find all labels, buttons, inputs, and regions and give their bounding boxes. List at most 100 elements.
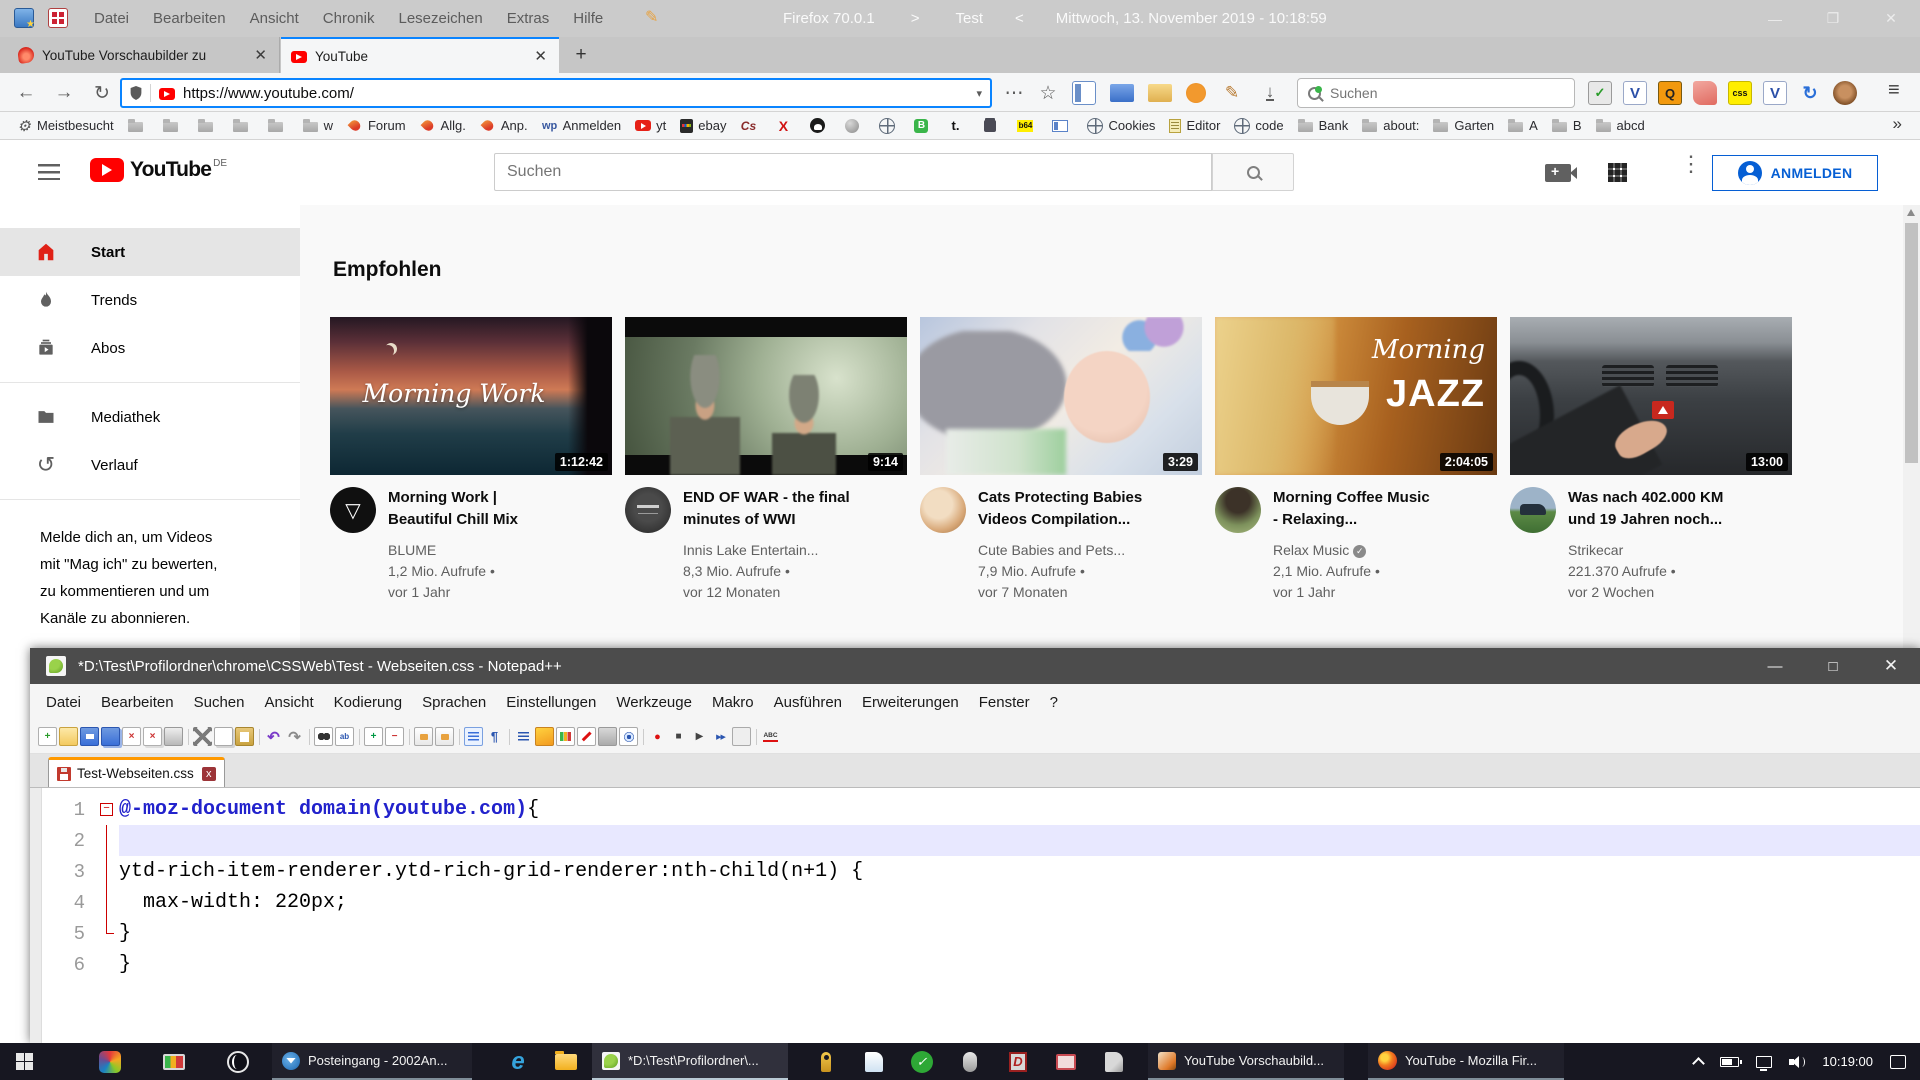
channel-name[interactable]: Innis Lake Entertain... [683,540,907,561]
toolbar-icon[interactable] [1220,81,1244,105]
binder-app-icon[interactable] [1092,1043,1136,1080]
toolbar-icon[interactable] [1148,84,1172,102]
bookmark-item[interactable]: Bank [1292,114,1355,138]
extension-icon[interactable] [1833,81,1857,105]
bookmark-item[interactable]: ebay [674,114,732,138]
task-notepadpp-window[interactable]: *D:\Test\Profilordner\... [592,1043,788,1080]
bookmark-item[interactable]: wp Anmelden [536,114,628,138]
video-card[interactable]: Morning Work 1:12:42 Morning Work |Beaut… [330,317,612,603]
code-line[interactable]: 3 ytd-rich-item-renderer.ytd-rich-grid-r… [43,856,1920,887]
bookmark-item[interactable] [157,114,190,138]
bookmark-item[interactable]: t. [941,114,974,138]
channel-name[interactable]: Relax Music✓ [1273,540,1497,561]
toolbar-icon[interactable] [464,727,483,746]
menu-item[interactable]: Kodierung [324,694,412,711]
toolbar-icon[interactable] [753,727,759,746]
toolbar-icon[interactable] [193,727,212,746]
menu-item[interactable]: Datei [36,694,91,711]
toolbar-icon[interactable] [514,727,533,746]
video-title[interactable]: Morning Work |Beautiful Chill Mix [388,487,612,531]
file-explorer-icon[interactable] [544,1043,588,1080]
bookmark-item[interactable]: Editor [1163,114,1226,138]
antivirus-icon[interactable] [900,1043,944,1080]
password-manager-icon[interactable] [804,1043,848,1080]
toolbar-icon[interactable] [356,727,362,746]
notification-center-icon[interactable] [1890,1055,1906,1069]
minimize-button[interactable]: — [1746,648,1804,684]
bookmark-item[interactable] [227,114,260,138]
toolbar-icon[interactable] [1110,84,1134,102]
tray-expand-icon[interactable] [1693,1057,1706,1070]
toolbar-icon[interactable] [456,727,462,746]
bookmark-item[interactable] [873,114,906,138]
youtube-search-box[interactable] [494,153,1212,191]
video-thumbnail[interactable]: 9:14 [625,317,907,475]
sidebar-item-abos[interactable]: Abos [0,324,300,372]
edge-icon[interactable]: e [496,1043,540,1080]
menu-item[interactable]: Makro [702,694,764,711]
bookmark-item[interactable]: B [1546,114,1588,138]
menu-item[interactable]: Ansicht [238,0,311,37]
toolbar-icon[interactable] [1186,83,1206,103]
code-line[interactable]: 4 max-width: 220px; [43,887,1920,918]
menu-item[interactable]: Bearbeiten [141,0,238,37]
task-youtube-tool-window[interactable]: YouTube Vorschaubild... [1148,1043,1344,1080]
video-title[interactable]: END OF WAR - the finalminutes of WWI [683,487,907,531]
video-card[interactable]: 9:14 END OF WAR - the finalminutes of WW… [625,317,907,603]
start-button[interactable] [0,1043,48,1080]
code-line[interactable]: 1 − @-moz-document domain(youtube.com){ [43,794,1920,825]
sidebar-item-mediathek[interactable]: Mediathek [0,393,300,441]
toolbar-icon[interactable] [1258,81,1282,105]
fold-margin[interactable]: − [95,794,119,825]
toolbar-icon[interactable] [535,727,554,746]
mouse-tool-icon[interactable] [948,1043,992,1080]
youtube-logo[interactable]: YouTube DE [90,158,227,182]
toolbar-icon[interactable] [640,727,646,746]
tracking-shield-icon[interactable] [130,86,142,100]
extension-icon[interactable] [1623,81,1647,105]
menu-item[interactable]: Erweiterungen [852,694,969,711]
toolbar-icon[interactable] [101,727,120,746]
menu-item[interactable]: Bearbeiten [91,694,184,711]
bookmark-item[interactable]: Cookies [1081,114,1161,138]
youtube-menu-icon[interactable] [38,164,60,180]
video-thumbnail[interactable]: 3:29 [920,317,1202,475]
toolbar-icon[interactable] [577,727,596,746]
video-card[interactable]: 3:29 Cats Protecting BabiesVideos Compil… [920,317,1202,603]
minimize-button[interactable]: — [1746,0,1804,37]
youtube-search-button[interactable] [1212,153,1294,191]
toolbar-icon[interactable] [264,727,283,746]
url-dropdown-icon[interactable]: ▾ [976,87,982,100]
toolbar-icon[interactable] [690,727,709,746]
extension-icon[interactable] [1798,81,1822,105]
sidebar-item-verlauf[interactable]: ↺ Verlauf [0,441,300,489]
youtube-apps-icon[interactable] [1608,163,1627,182]
channel-name[interactable]: Strikecar [1568,540,1792,561]
toolbar-icon[interactable] [406,727,412,746]
menu-item[interactable]: ? [1040,694,1068,711]
bookmark-star-icon[interactable]: ☆ [1034,79,1062,107]
speaker-icon[interactable] [1789,1056,1805,1068]
toolbar-icon[interactable] [235,727,254,746]
channel-avatar[interactable] [1215,487,1261,533]
network-icon[interactable] [1756,1056,1772,1068]
toolbar-icon[interactable] [335,727,354,746]
menu-item[interactable]: Extras [495,0,562,37]
scrollbar-up-icon[interactable] [1907,209,1915,216]
video-card[interactable]: Morning JAZZ 2:04:05 Morning Coffee Musi… [1215,317,1497,603]
toolbar-icon[interactable] [648,727,667,746]
close-button[interactable]: ✕ [1862,0,1920,37]
upload-video-icon[interactable] [1545,164,1571,182]
menu-item[interactable]: Lesezeichen [386,0,494,37]
bookmark-item[interactable]: about: [1356,114,1425,138]
code-editor[interactable]: 1 − @-moz-document domain(youtube.com){ … [30,788,1920,1043]
more-options-icon[interactable] [1680,160,1686,170]
bookmark-item[interactable]: X [769,114,802,138]
page-actions-icon[interactable]: ⋯ [1000,79,1028,107]
sidebar-item-trends[interactable]: Trends [0,276,300,324]
code-line[interactable]: 5 } [43,918,1920,949]
toolbar-icon[interactable] [122,727,141,746]
code-line[interactable]: 6 } [43,949,1920,980]
bookmark-item[interactable]: w [297,114,339,138]
toolbar-icon[interactable] [256,727,262,746]
